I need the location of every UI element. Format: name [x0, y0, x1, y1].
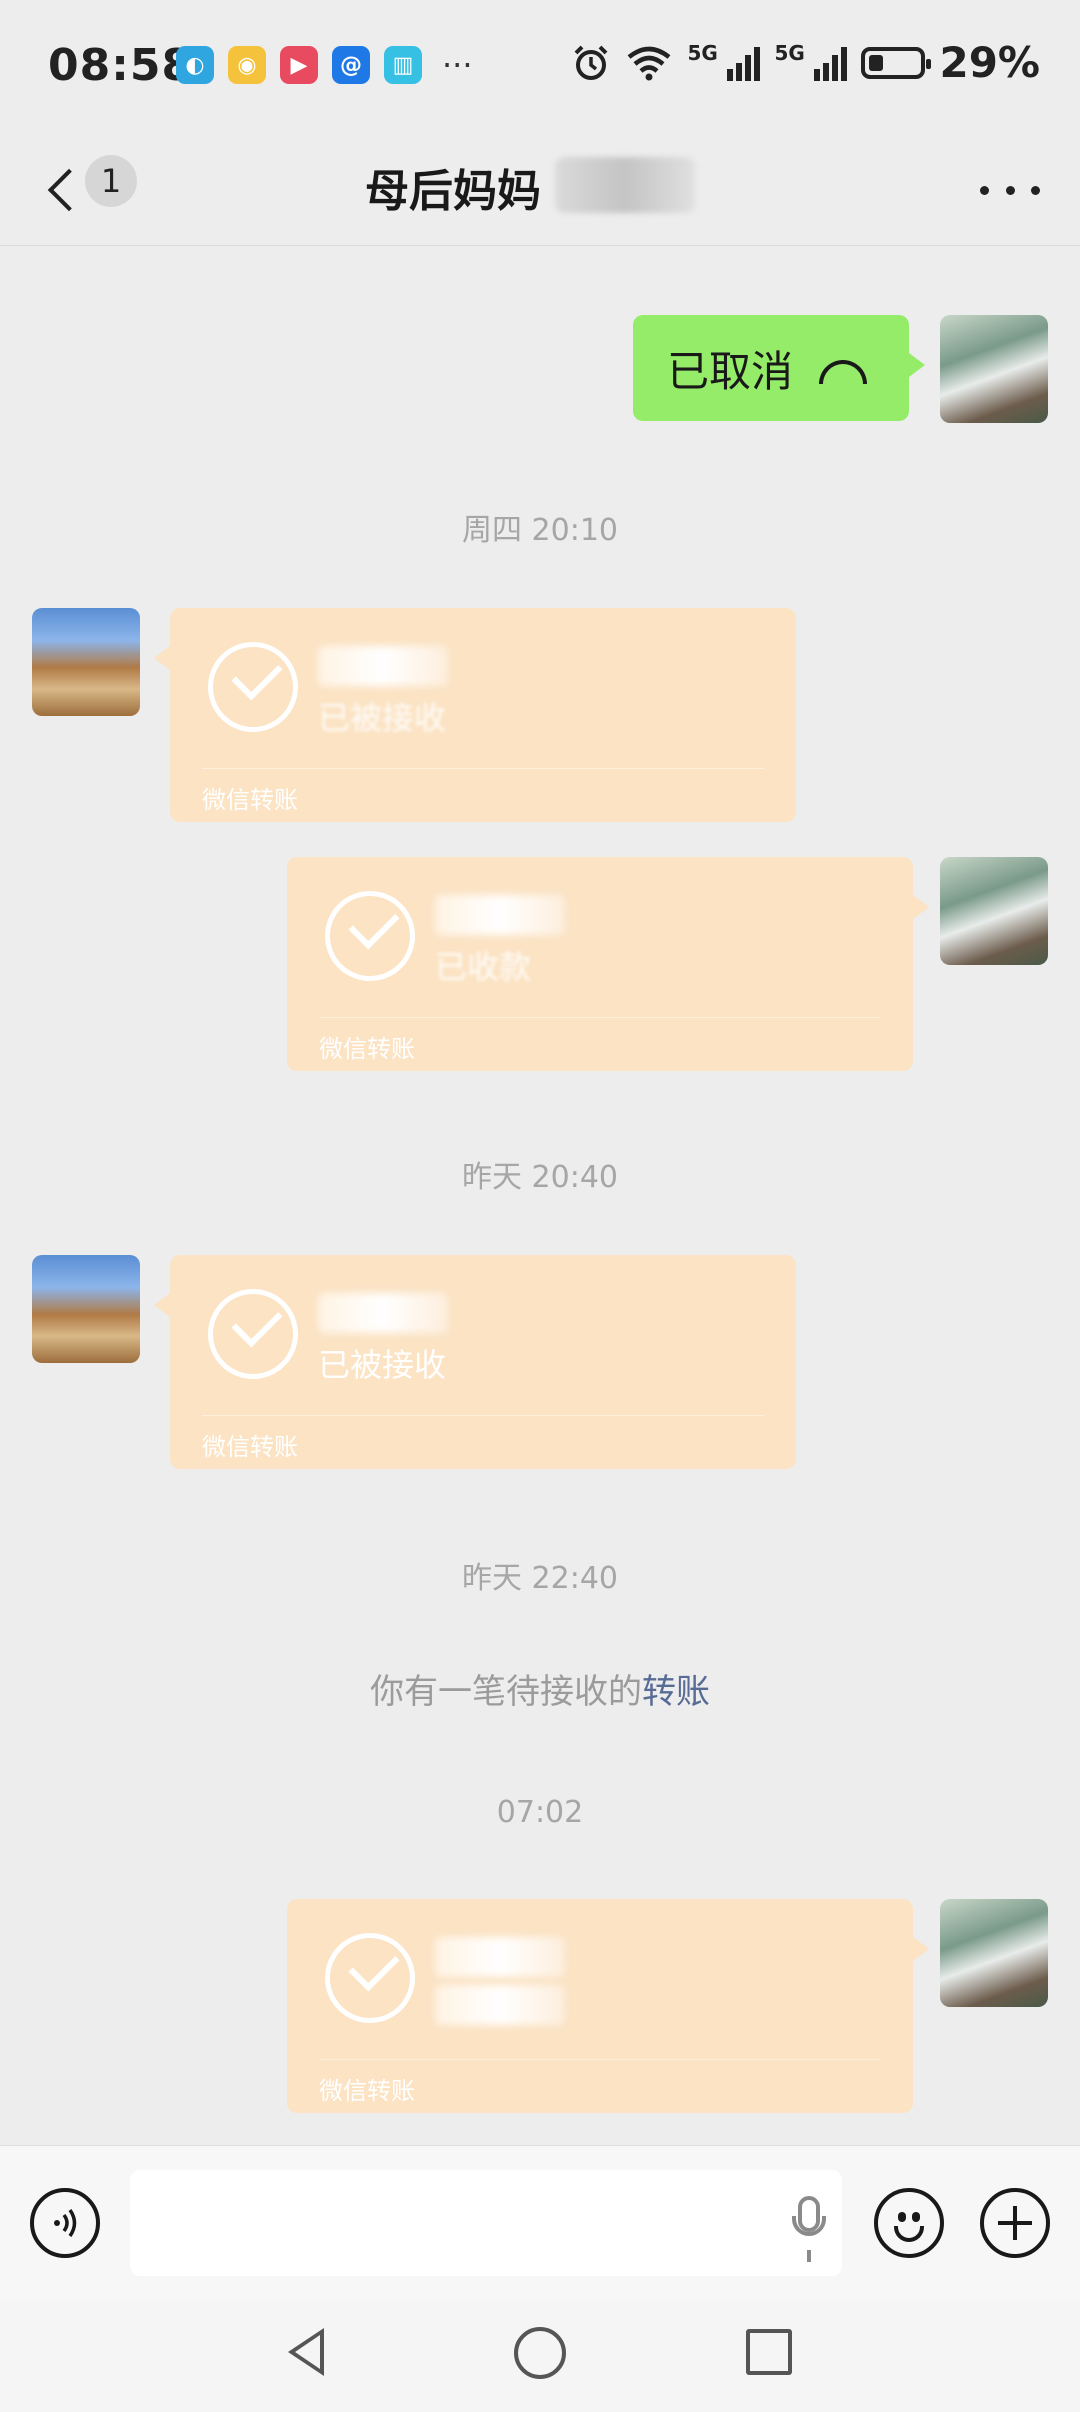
self-avatar[interactable] [940, 857, 1048, 965]
more-dots-icon [980, 185, 989, 195]
call-message-bubble[interactable]: 已取消 [633, 315, 925, 421]
transfer-card[interactable]: 已被接收 微信转账 [154, 608, 796, 822]
notification-icons: ◐ ◉ ▶ @ ▥ ··· [176, 46, 473, 84]
contact-avatar[interactable] [32, 608, 140, 716]
transfer-footer: 微信转账 [202, 1433, 298, 1461]
self-avatar[interactable] [940, 315, 1048, 423]
browser-icon: @ [332, 46, 370, 84]
transfer-link[interactable]: 转账 [642, 1672, 710, 1712]
transfer-card[interactable]: 微信转账 [287, 1899, 929, 2113]
voice-input-button[interactable] [30, 2188, 100, 2258]
mic-icon[interactable] [792, 2196, 826, 2236]
chat-header: 1 母后妈妈 [0, 135, 1080, 246]
divider [202, 768, 764, 769]
divider [202, 1415, 764, 1416]
message-input[interactable] [130, 2170, 842, 2276]
check-circle-icon [325, 1933, 415, 2023]
video-icon: ▶ [280, 46, 318, 84]
divider [319, 2059, 881, 2060]
contact-avatar[interactable] [32, 1255, 140, 1363]
redacted-status [435, 1985, 565, 2025]
transfer-footer: 微信转账 [319, 2077, 415, 2105]
more-notifications-icon: ··· [442, 46, 473, 84]
check-circle-icon [325, 891, 415, 981]
redacted-amount [318, 1293, 448, 1333]
check-circle-icon [208, 642, 298, 732]
nav-back-icon[interactable] [288, 2328, 324, 2376]
redacted-name [555, 157, 695, 213]
battery-percent: 29% [939, 38, 1040, 87]
more-functions-button[interactable] [980, 2188, 1050, 2258]
battery-icon [861, 46, 932, 79]
chevron-left-icon [47, 168, 91, 212]
input-bar [0, 2145, 1080, 2301]
nav-home-icon[interactable] [514, 2327, 566, 2379]
transfer-card[interactable]: 已被接收 微信转账 [154, 1255, 796, 1469]
chat-title: 母后妈妈 [365, 166, 541, 217]
transfer-footer: 微信转账 [202, 786, 298, 814]
phone-hangup-icon [819, 360, 868, 384]
system-indicators: 5G 5G 29% [571, 38, 1040, 87]
weibo-icon: ◉ [228, 46, 266, 84]
status-time: 08:58 [48, 40, 194, 91]
alarm-icon [575, 45, 608, 80]
call-status-text: 已取消 [667, 346, 794, 396]
timestamp: 周四 20:10 [462, 513, 618, 548]
transfer-status: 已被接收 [318, 1346, 447, 1384]
status-bar: 08:58 ◐ ◉ ▶ @ ▥ ··· 5G 5G 29% [0, 0, 1080, 135]
app-icon: ◐ [176, 46, 214, 84]
cellular-signal-2-icon: 5G [774, 41, 848, 81]
nav-recents-icon[interactable] [746, 2329, 792, 2375]
system-message: 你有一笔待接收的转账 [0, 1664, 1080, 1713]
transfer-status: 已收款 [435, 948, 532, 986]
more-options-button[interactable] [980, 170, 1040, 210]
system-navigation-bar [0, 2300, 1080, 2412]
plus-icon [984, 2192, 1046, 2254]
timestamp: 昨天 20:40 [462, 1160, 618, 1195]
transfer-footer: 微信转账 [319, 1035, 415, 1063]
emoji-button[interactable] [874, 2188, 944, 2258]
wifi-icon [628, 46, 671, 80]
book-icon: ▥ [384, 46, 422, 84]
unread-badge[interactable]: 1 [85, 155, 137, 207]
cellular-signal-1-icon: 5G [687, 41, 761, 81]
transfer-status: 已被接收 [318, 699, 447, 737]
redacted-amount [318, 646, 448, 686]
check-circle-icon [208, 1289, 298, 1379]
emoji-icon [878, 2192, 940, 2254]
system-message-text: 你有一笔待接收的 [370, 1672, 642, 1712]
redacted-amount [435, 895, 565, 935]
divider [319, 1017, 881, 1018]
redacted-amount [435, 1937, 565, 1977]
transfer-card[interactable]: 已收款 微信转账 [287, 857, 929, 1071]
timestamp: 昨天 22:40 [462, 1561, 618, 1596]
voice-icon [54, 2209, 77, 2237]
self-avatar[interactable] [940, 1899, 1048, 2007]
timestamp: 07:02 [496, 1795, 584, 1830]
